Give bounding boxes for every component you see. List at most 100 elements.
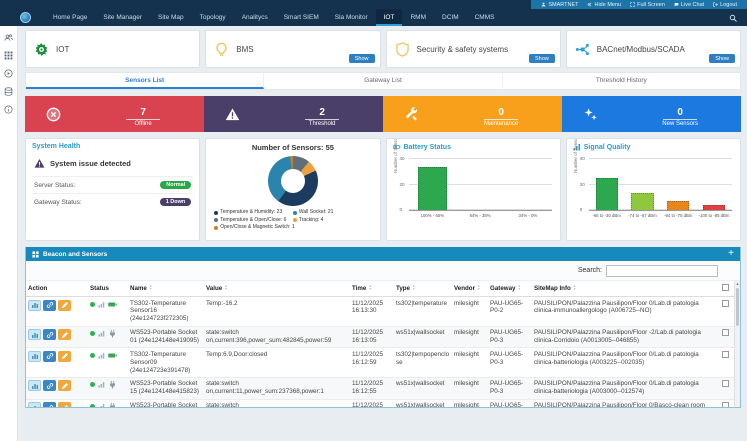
legend-dot xyxy=(292,210,297,215)
select-all-checkbox[interactable] xyxy=(722,284,729,291)
row-checkbox[interactable] xyxy=(722,402,729,407)
nav-item-sla-monitor[interactable]: Sla Monitor xyxy=(327,9,376,26)
signal-bars-icon xyxy=(98,301,105,308)
bar--66 to -30 dBm[interactable] xyxy=(595,178,618,210)
nav-item-analitycs[interactable]: Analitycs xyxy=(234,9,276,26)
link-button[interactable] xyxy=(43,402,56,407)
bar-100% - 65%[interactable] xyxy=(417,166,448,210)
status-tile-maintenance[interactable]: 0 Maintenance xyxy=(383,96,562,132)
status-tile-threshold[interactable]: 2 Threshold xyxy=(204,96,383,132)
show-button[interactable]: Show xyxy=(709,54,735,63)
sidebar-database-icon[interactable] xyxy=(4,87,13,96)
row-checkbox[interactable] xyxy=(722,380,729,388)
top-utility-right: SMARTNET Hide Menu Full Screen Live Chat Lo… xyxy=(531,0,747,9)
tab-sensors-list[interactable]: Sensors List xyxy=(26,73,265,89)
nav-item-smart-siem[interactable]: Smart SIEM xyxy=(276,9,327,26)
nav-item-home-page[interactable]: Home Page xyxy=(45,9,95,26)
sensor-name-cell: WS523-Portable Socket 21 (24e124148e3310… xyxy=(128,399,204,407)
sort-icon[interactable]: ▲ ▼ xyxy=(224,284,228,291)
edit-button[interactable] xyxy=(58,329,71,341)
column-header-vendor[interactable]: Vendor ▲ ▼ xyxy=(452,281,488,297)
tab-gateway-list[interactable]: Gateway List xyxy=(264,73,503,89)
topbar-link-live-chat[interactable]: Live Chat xyxy=(674,2,704,8)
signal-bar-chart[interactable]: Number of Sensors 0 20 40 -66 to -30 dBm -74 … xyxy=(573,139,732,218)
x-axis-labels: 100% - 65% 64% - 35% 34% - 0% xyxy=(409,213,552,218)
edit-button[interactable] xyxy=(58,402,71,407)
status-tile-new-sensors[interactable]: 0 New Sensors xyxy=(562,96,741,132)
nav-item-topology[interactable]: Topology xyxy=(192,9,234,26)
sensor-donut-chart[interactable] xyxy=(267,156,318,206)
row-checkbox[interactable] xyxy=(722,299,729,307)
stats-button[interactable] xyxy=(28,350,41,362)
column-header-type[interactable]: Type ▲ ▼ xyxy=(394,281,452,297)
bar--100 to -85 dBm[interactable] xyxy=(702,204,726,210)
stats-button[interactable] xyxy=(28,329,41,341)
topbar-link-hide-menu[interactable]: Hide Menu xyxy=(587,2,621,8)
sort-icon[interactable]: ▲ ▼ xyxy=(477,284,481,291)
link-button[interactable] xyxy=(43,299,56,311)
topbar-link-logout[interactable]: Logout xyxy=(713,2,737,8)
nav-item-site-map[interactable]: Site Map xyxy=(150,9,192,26)
status-tile-offline[interactable]: 7 Offline xyxy=(25,96,204,132)
scrollbar-thumb[interactable] xyxy=(736,288,739,326)
sort-icon[interactable]: ▲ ▼ xyxy=(149,284,153,291)
edit-button[interactable] xyxy=(58,299,71,311)
nav-item-site-manager[interactable]: Site Manager xyxy=(95,9,150,26)
column-header-name[interactable]: Name ▲ ▼ xyxy=(128,281,204,297)
nav-item-dcim[interactable]: DCIM xyxy=(434,9,467,26)
nav-item-cmms[interactable]: CMMS xyxy=(467,9,503,26)
tab-threshold-history[interactable]: Threshold History xyxy=(503,73,740,89)
legend-label: Tracking: 4 xyxy=(298,216,324,223)
sidebar-play-circle-icon[interactable] xyxy=(4,69,13,78)
user-menu[interactable]: SMARTNET xyxy=(541,2,578,8)
legend-item: Tracking: 4 xyxy=(292,216,372,225)
sensor-name-cell: WS523-Portable Socket 01 (24e124148e4190… xyxy=(128,326,204,349)
stats-button[interactable] xyxy=(28,402,41,407)
app-logo[interactable] xyxy=(20,12,31,23)
add-sensor-button[interactable]: + xyxy=(728,249,734,259)
sort-icon[interactable]: ▲ ▼ xyxy=(412,284,416,291)
show-button[interactable]: Show xyxy=(528,54,555,63)
sidebar-info-icon[interactable] xyxy=(4,105,13,114)
tile-body: 2 Threshold xyxy=(261,102,383,127)
link-button[interactable] xyxy=(43,350,56,362)
stats-button[interactable] xyxy=(28,380,41,392)
search-icon[interactable] xyxy=(729,14,737,22)
edit-button[interactable] xyxy=(58,350,71,362)
column-header-status: Status xyxy=(88,281,128,297)
sidebar-users-icon[interactable] xyxy=(4,33,13,42)
battery-bar-chart[interactable]: Number of Sensors 0 20 40 100% - 65% 64% - 35… xyxy=(393,139,552,218)
sort-icon[interactable]: ▲ ▼ xyxy=(573,284,577,291)
bar--74 to -67 dBm[interactable] xyxy=(631,193,654,210)
link-button[interactable] xyxy=(43,380,56,392)
column-header-value[interactable]: Value ▲ ▼ xyxy=(204,281,350,297)
sidebar-grid-icon[interactable] xyxy=(4,51,13,60)
bar--84 to -75 dBm[interactable] xyxy=(667,201,690,210)
panels-row: System Health System issue detected Serv… xyxy=(25,138,741,241)
value-cell: Temp:-16.2 xyxy=(204,296,350,327)
nav-item-iot[interactable]: IOT xyxy=(375,9,403,26)
value-cell: state:switch on,current:396,power_sum:48… xyxy=(204,326,350,349)
link-button[interactable] xyxy=(43,329,56,341)
row-checkbox[interactable] xyxy=(722,329,729,337)
table-search-input[interactable] xyxy=(606,264,718,277)
topbar-link-full-screen[interactable]: Full Screen xyxy=(630,2,665,8)
status-cell xyxy=(88,399,128,407)
plug-icon xyxy=(108,402,117,407)
column-header-gateway[interactable]: Gateway ▲ ▼ xyxy=(488,281,532,297)
nav-item-rmm[interactable]: RMM xyxy=(402,9,434,26)
sort-icon[interactable]: ▲ ▼ xyxy=(368,284,372,291)
column-header-time[interactable]: Time ▲ ▼ xyxy=(350,281,394,297)
stats-button[interactable] xyxy=(28,299,41,311)
type-cell: ts302|tempopenclose xyxy=(394,347,452,378)
edit-button[interactable] xyxy=(58,380,71,392)
sort-icon[interactable]: ▲ ▼ xyxy=(517,284,521,291)
row-checkbox[interactable] xyxy=(722,350,729,358)
value-cell: state:switch on,current:11,power_sum:237… xyxy=(204,377,350,400)
column-header-sitemap-info[interactable]: SiteMap Info ▲ ▼ xyxy=(532,281,720,297)
action-cell xyxy=(26,326,88,349)
table-scrollbar[interactable]: ▲ xyxy=(734,281,740,407)
show-button[interactable]: Show xyxy=(348,54,375,63)
plug-icon xyxy=(108,380,117,389)
plot-area: 0 20 40 xyxy=(580,156,732,212)
